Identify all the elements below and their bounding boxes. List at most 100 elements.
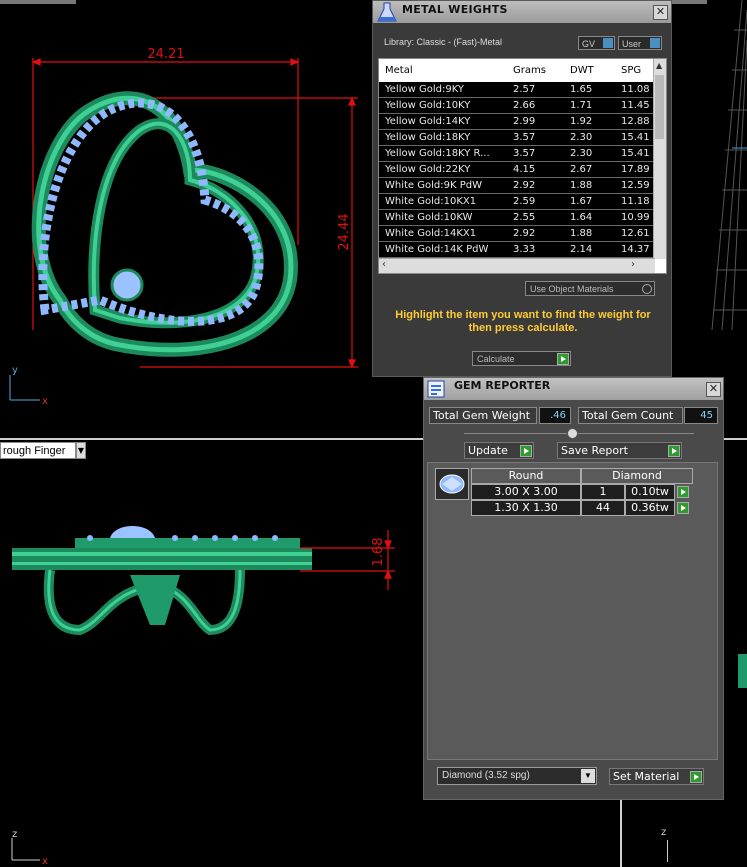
library-label: Library: Classic - (Fast)-Metal	[384, 37, 503, 47]
toggle-knob-icon	[603, 38, 613, 48]
total-gem-count-value: 45	[684, 407, 718, 424]
dwt-cell: 1.92	[570, 116, 593, 127]
play-icon	[520, 445, 532, 457]
metal-table-body: Yellow Gold:9KY 2.57 1.65 11.08 Yellow Gold:…	[379, 82, 655, 258]
grams-cell: 2.66	[513, 100, 536, 111]
chevron-down-icon[interactable]	[567, 428, 578, 439]
perspective-grid	[711, 0, 747, 331]
spg-cell: 12.59	[621, 180, 650, 191]
table-row[interactable]: Yellow Gold:10KY 2.66 1.71 11.45	[379, 98, 655, 114]
metal-name-cell: Yellow Gold:14KY	[385, 116, 471, 127]
metal-name-cell: White Gold:10KW	[385, 212, 473, 223]
metal-weights-panel: METAL WEIGHTS ✕ Library: Classic - (Fast…	[372, 0, 672, 377]
select-gems-icon[interactable]	[677, 502, 689, 514]
right-viewport[interactable]	[724, 440, 747, 867]
front-axis-label-x: x	[42, 856, 48, 867]
gv-label: GV	[582, 39, 596, 49]
table-row[interactable]: Yellow Gold:9KY 2.57 1.65 11.08	[379, 82, 655, 98]
table-row[interactable]: White Gold:14K PdW 3.33 2.14 14.37	[379, 242, 655, 258]
dwt-cell: 2.14	[570, 244, 593, 255]
heart-pendant-model[interactable]	[31, 91, 298, 357]
viewport-divider-v	[620, 800, 622, 867]
metal-table-hscrollbar[interactable]: ‹ ›	[379, 258, 655, 273]
dwt-cell: 2.30	[570, 132, 593, 143]
flask-icon	[377, 2, 397, 22]
metal-weights-titlebar[interactable]: METAL WEIGHTS ✕	[373, 1, 671, 23]
gv-toggle[interactable]: GV	[578, 36, 615, 50]
round-gem-icon[interactable]	[435, 468, 469, 500]
col-header-spg[interactable]: SPG	[621, 65, 641, 76]
finger-view-dropdown[interactable]: rough Finger	[0, 442, 76, 459]
gem-list[interactable]: Round Diamond 3.00 X 3.00 1 0.10tw 1.30 X 1…	[427, 462, 718, 760]
material-select[interactable]: Diamond (3.52 spg) ▼	[437, 767, 597, 785]
thickness-dimension-label: 1.68	[371, 538, 386, 567]
table-row[interactable]: White Gold:14KX1 2.92 1.88 12.61	[379, 226, 655, 242]
spg-cell: 17.89	[621, 164, 650, 175]
spg-cell: 12.88	[621, 116, 650, 127]
calculate-button[interactable]: Calculate	[472, 351, 571, 366]
toggle-knob-icon	[650, 38, 660, 48]
use-object-materials-label: Use Object Materials	[530, 284, 614, 294]
scroll-up-icon[interactable]: ▲	[656, 61, 662, 70]
grams-cell: 3.57	[513, 132, 536, 143]
metal-table-header: Metal Grams DWT SPG	[379, 59, 655, 81]
metal-name-cell: Yellow Gold:18KY	[385, 132, 471, 143]
top-viewport[interactable]: 24.21 24.44 y x	[0, 0, 372, 438]
scroll-left-icon[interactable]: ‹	[382, 259, 386, 270]
select-gems-icon[interactable]	[677, 486, 689, 498]
col-header-dwt[interactable]: DWT	[570, 65, 594, 76]
material-select-value: Diamond (3.52 spg)	[442, 770, 530, 781]
chevron-down-icon[interactable]: ▼	[76, 442, 86, 459]
front-view-axis-icon	[11, 838, 40, 861]
update-label: Update	[468, 444, 508, 457]
ring-side-model[interactable]	[12, 526, 312, 636]
gem-reporter-panel: GEM REPORTER ✕ Total Gem Weight .46 Tota…	[423, 377, 724, 800]
perspective-viewport[interactable]	[672, 0, 747, 438]
total-gem-weight-value: .46	[539, 407, 571, 424]
table-row[interactable]: Yellow Gold:18KY R... 3.57 2.30 15.41	[379, 146, 655, 162]
grams-cell: 2.57	[513, 84, 536, 95]
gem-reporter-titlebar[interactable]: GEM REPORTER ✕	[424, 378, 723, 400]
play-icon	[690, 771, 702, 783]
table-row[interactable]: Yellow Gold:18KY 3.57 2.30 15.41	[379, 130, 655, 146]
calculate-label: Calculate	[477, 354, 515, 364]
metal-weights-table[interactable]: Metal Grams DWT SPG Yellow Gold:9KY 2.57 1…	[378, 58, 667, 274]
set-material-button[interactable]: Set Material	[609, 768, 704, 785]
col-header-grams[interactable]: Grams	[513, 65, 546, 76]
user-toggle[interactable]: User	[618, 36, 662, 50]
metal-table-vscrollbar[interactable]: ▲	[653, 59, 666, 259]
table-row[interactable]: White Gold:10KX1 2.59 1.67 11.18	[379, 194, 655, 210]
gem-size-cell: 3.00 X 3.00	[471, 484, 581, 500]
dwt-cell: 2.30	[570, 148, 593, 159]
grams-cell: 4.15	[513, 164, 536, 175]
metal-name-cell: Yellow Gold:10KY	[385, 100, 471, 111]
spg-cell: 11.08	[621, 84, 650, 95]
dwt-cell: 1.88	[570, 180, 593, 191]
top-edge-toolbar	[0, 0, 76, 4]
gem-reporter-title: GEM REPORTER	[454, 379, 551, 392]
col-header-metal[interactable]: Metal	[385, 65, 413, 76]
table-row[interactable]: White Gold:9K PdW 2.92 1.88 12.59	[379, 178, 655, 194]
table-row[interactable]: Yellow Gold:22KY 4.15 2.67 17.89	[379, 162, 655, 178]
spg-cell: 11.45	[621, 100, 650, 111]
grams-cell: 2.92	[513, 180, 536, 191]
close-icon[interactable]: ✕	[706, 382, 721, 397]
update-button[interactable]: Update	[464, 442, 534, 459]
play-icon	[557, 353, 569, 365]
spg-cell: 10.99	[621, 212, 650, 223]
scroll-right-icon[interactable]: ›	[631, 259, 635, 270]
width-dimension-label: 24.21	[147, 47, 184, 62]
close-icon[interactable]: ✕	[653, 5, 668, 20]
set-material-label: Set Material	[613, 770, 680, 783]
chevron-down-icon[interactable]: ▼	[581, 769, 595, 783]
grams-cell: 2.92	[513, 228, 536, 239]
table-row[interactable]: White Gold:10KW 2.55 1.64 10.99	[379, 210, 655, 226]
save-report-button[interactable]: Save Report	[557, 442, 682, 459]
radio-icon	[642, 284, 652, 294]
front-viewport[interactable]: 1.68 z x	[0, 460, 423, 867]
metal-name-cell: White Gold:10KX1	[385, 196, 477, 207]
axis-label-y: y	[12, 365, 18, 376]
table-row[interactable]: Yellow Gold:14KY 2.99 1.92 12.88	[379, 114, 655, 130]
scroll-thumb[interactable]	[655, 75, 664, 139]
use-object-materials-toggle[interactable]: Use Object Materials	[525, 281, 655, 296]
